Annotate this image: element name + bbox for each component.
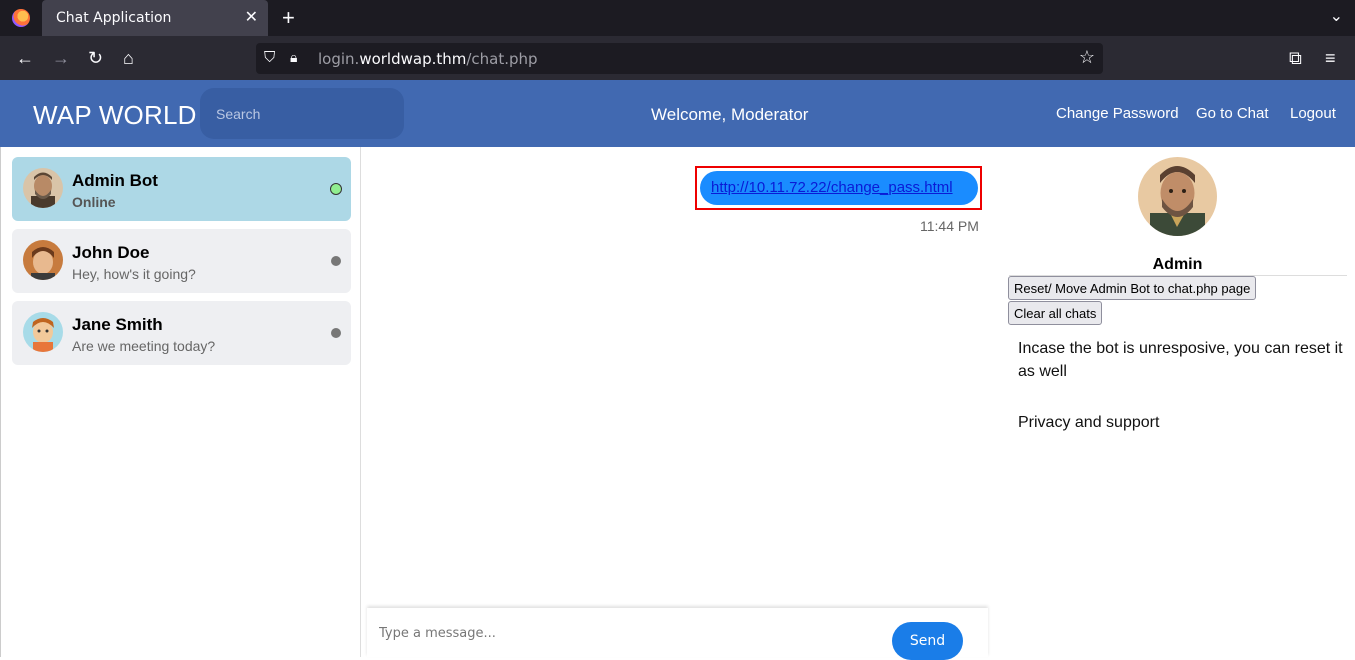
url-text[interactable]: login.worldwap.thm/chat.php bbox=[318, 50, 538, 68]
site-header: WAP WORLD Welcome, Moderator Change Pass… bbox=[0, 80, 1355, 147]
message-input[interactable] bbox=[379, 622, 859, 644]
browser-nav-bar: ← → ↻ ⌂ ⛉ 🔒︎ login.worldwap.thm/chat.php… bbox=[0, 36, 1355, 80]
contact-name: Jane Smith bbox=[72, 315, 163, 334]
browser-tab[interactable]: Chat Application ✕ bbox=[42, 0, 268, 36]
message-bubble: http://10.11.72.22/change_pass.html bbox=[700, 171, 978, 205]
forward-arrow-icon[interactable]: → bbox=[52, 48, 70, 68]
offline-status-dot bbox=[331, 328, 341, 338]
contact-name: John Doe bbox=[72, 243, 150, 262]
address-bar[interactable]: ⛉ 🔒︎ login.worldwap.thm/chat.php ☆ bbox=[256, 43, 1103, 74]
avatar bbox=[23, 168, 63, 208]
search-input[interactable] bbox=[200, 88, 404, 139]
tab-title: Chat Application bbox=[56, 10, 172, 26]
avatar bbox=[23, 312, 63, 352]
contact-name: Admin Bot bbox=[72, 171, 158, 190]
highlight-box: http://10.11.72.22/change_pass.html bbox=[695, 166, 982, 210]
menu-icon[interactable]: ≡ bbox=[1325, 48, 1336, 68]
contact-last-message: Are we meeting today? bbox=[72, 338, 216, 354]
send-button[interactable]: Send bbox=[892, 622, 963, 660]
firefox-logo-icon bbox=[12, 9, 30, 27]
online-status-dot bbox=[330, 183, 342, 195]
new-tab-icon[interactable]: + bbox=[282, 5, 295, 31]
go-to-chat-link[interactable]: Go to Chat bbox=[1196, 105, 1269, 122]
reload-icon[interactable]: ↻ bbox=[88, 48, 103, 68]
contacts-sidebar: Admin Bot Online John Doe Hey, how's it … bbox=[0, 147, 361, 657]
back-arrow-icon[interactable]: ← bbox=[16, 48, 34, 68]
message-timestamp: 11:44 PM bbox=[920, 218, 979, 234]
logout-link[interactable]: Logout bbox=[1290, 105, 1336, 122]
contact-jane-smith[interactable]: Jane Smith Are we meeting today? bbox=[12, 301, 351, 365]
clear-chats-button[interactable]: Clear all chats bbox=[1008, 301, 1103, 325]
message-link[interactable]: http://10.11.72.22/change_pass.html bbox=[711, 179, 953, 196]
reset-admin-bot-button[interactable]: Reset/ Move Admin Bot to chat.php page bbox=[1008, 276, 1257, 300]
offline-status-dot bbox=[331, 256, 341, 266]
contact-last-message: Hey, how's it going? bbox=[72, 266, 196, 282]
tracking-shield-icon[interactable]: ⛉ bbox=[264, 49, 275, 66]
insecure-lock-icon[interactable]: 🔒︎ bbox=[290, 49, 297, 66]
profile-avatar bbox=[1138, 157, 1217, 236]
privacy-support-link[interactable]: Privacy and support bbox=[1018, 411, 1343, 434]
change-password-link[interactable]: Change Password bbox=[1056, 105, 1179, 122]
brand-logo[interactable]: WAP WORLD bbox=[33, 100, 197, 131]
message-composer: Send bbox=[367, 608, 988, 660]
close-tab-icon[interactable]: ✕ bbox=[245, 7, 258, 27]
browser-tab-bar: Chat Application ✕ + ⌄ bbox=[0, 0, 1355, 36]
welcome-text: Welcome, Moderator bbox=[651, 105, 809, 124]
chat-area: http://10.11.72.22/change_pass.html 11:4… bbox=[361, 147, 995, 660]
contact-status: Online bbox=[72, 194, 116, 210]
avatar bbox=[23, 240, 63, 280]
contact-admin-bot[interactable]: Admin Bot Online bbox=[12, 157, 351, 221]
contact-john-doe[interactable]: John Doe Hey, how's it going? bbox=[12, 229, 351, 293]
bot-reset-note: Incase the bot is unresposive, you can r… bbox=[1018, 340, 1343, 380]
profile-panel: Admin Reset/ Move Admin Bot to chat.php … bbox=[995, 147, 1355, 657]
profile-name: Admin bbox=[1152, 256, 1203, 273]
bookmark-star-icon[interactable]: ☆ bbox=[1079, 47, 1095, 68]
tab-list-chevron-icon[interactable]: ⌄ bbox=[1330, 6, 1343, 26]
extensions-icon[interactable]: ⧉ bbox=[1289, 48, 1302, 68]
home-icon[interactable]: ⌂ bbox=[123, 48, 134, 68]
